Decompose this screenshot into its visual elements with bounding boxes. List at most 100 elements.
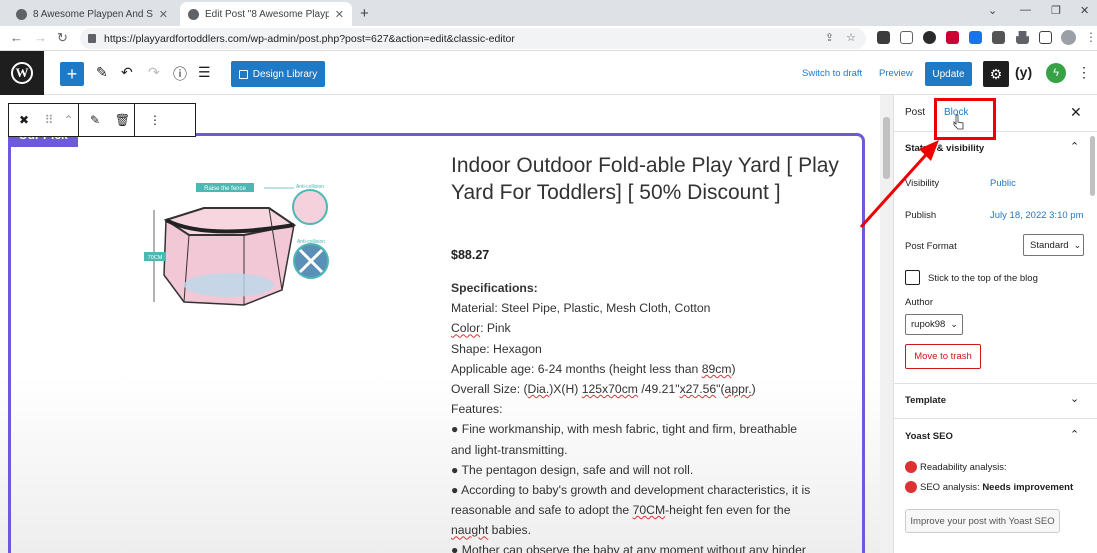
undo-icon[interactable]: ↶ (121, 64, 133, 81)
product-title[interactable]: Indoor Outdoor Fold-able Play Yard [ Pla… (451, 152, 851, 206)
block-type-icon[interactable]: ✖ (9, 104, 39, 136)
browser-menu-icon[interactable]: ⋮ (1085, 30, 1097, 44)
info-icon[interactable]: ⓘ (173, 64, 187, 84)
avatar[interactable] (1061, 30, 1076, 45)
template-heading[interactable]: Template (905, 395, 946, 406)
share-icon[interactable]: ⇪ (825, 31, 834, 44)
seo-analysis[interactable]: SEO analysis: Needs improvement (920, 482, 1073, 493)
edit-pencil-icon[interactable]: ✎ (96, 64, 108, 81)
post-format-label: Post Format (905, 241, 957, 252)
jetpack-icon[interactable]: ϟ (1046, 63, 1066, 83)
close-icon[interactable]: ✕ (1070, 104, 1082, 121)
size-text: Overall Size: ( (451, 381, 528, 396)
sticky-checkbox[interactable] (905, 270, 920, 285)
seo-value: Needs improvement (982, 482, 1074, 493)
move-icon[interactable]: ⌃ (59, 104, 79, 136)
trash-icon[interactable]: 🗑 (111, 104, 135, 136)
cursor-icon (953, 114, 964, 130)
author-select[interactable]: rupok98 ⌄ (905, 314, 963, 335)
browser-tab[interactable]: 8 Awesome Playpen And Safety I ✕ (8, 2, 176, 26)
close-icon[interactable]: ✕ (159, 8, 168, 21)
more-options-icon[interactable]: ⋮ (1077, 64, 1091, 81)
improve-post-button[interactable]: Improve your post with Yoast SEO (905, 509, 1060, 533)
new-tab-button[interactable]: + (360, 5, 369, 22)
chevron-down-icon[interactable]: ⌄ (988, 4, 997, 17)
block-inserter-button[interactable]: + (60, 62, 84, 86)
divider (894, 418, 1097, 419)
spec-color: Color: Pink (451, 318, 846, 338)
sidebar-scrollbar[interactable] (1088, 132, 1097, 553)
preview-button[interactable]: Preview (879, 68, 913, 79)
list-view-icon[interactable]: ☰ (198, 64, 211, 81)
reload-icon[interactable]: ↻ (57, 30, 68, 46)
extension-icon[interactable] (946, 31, 959, 44)
size-text: "( (716, 381, 725, 396)
wordpress-logo-icon[interactable]: W (0, 51, 44, 95)
seo-status-icon (905, 481, 917, 493)
forward-icon[interactable]: → (34, 30, 47, 45)
yoast-icon[interactable]: (y) (1015, 64, 1032, 80)
feature-item: reasonable and safe to adopt the 70CM-he… (451, 500, 846, 520)
extension-icon[interactable] (992, 31, 1005, 44)
switch-to-draft-button[interactable]: Switch to draft (802, 68, 862, 79)
age-value: 89cm (701, 361, 732, 376)
age-prefix: Applicable age: 6-24 months (height less… (451, 361, 702, 376)
close-icon[interactable]: ✕ (335, 8, 344, 21)
post-format-value: Standard (1030, 239, 1069, 251)
feature-text: -height fen even for the (665, 503, 791, 518)
spec-size: Overall Size: (Dia.)X(H) 125x70cm /49.21… (451, 379, 846, 399)
edit-icon[interactable]: ✎ (79, 104, 111, 136)
globe-icon (188, 8, 199, 20)
scrollbar-thumb[interactable] (1090, 136, 1095, 196)
specs-heading: Specifications: (451, 281, 538, 295)
size-text: Dia. (527, 381, 550, 396)
product-image: Raise the fence Anti-collision Anti-coll… (144, 180, 334, 325)
size-text: /49.21" (637, 381, 680, 396)
publish-date[interactable]: July 18, 2022 3:10 pm (990, 210, 1083, 221)
seo-label: SEO analysis: (920, 482, 980, 493)
yoast-seo-heading[interactable]: Yoast SEO (905, 431, 953, 442)
lock-icon (88, 34, 96, 43)
block-options-icon[interactable]: ⋮ (135, 104, 175, 136)
url-field[interactable]: https://playyardfortoddlers.com/wp-admin… (80, 28, 866, 49)
sidebar-panel-icon[interactable] (1039, 31, 1052, 44)
extension-icon[interactable] (877, 31, 890, 44)
post-format-select[interactable]: Standard ⌄ (1023, 234, 1084, 256)
feature-text: naught (451, 523, 489, 538)
size-text: 125x70cm (581, 381, 638, 396)
browser-tab-bar: 8 Awesome Playpen And Safety I ✕ Edit Po… (0, 0, 1097, 26)
move-to-trash-button[interactable]: Move to trash (905, 344, 981, 369)
extension-icon[interactable] (969, 31, 982, 44)
settings-gear-icon[interactable]: ⚙ (983, 61, 1009, 87)
drag-handle-icon[interactable]: ⠿ (39, 104, 59, 136)
design-library-button[interactable]: Design Library (231, 61, 325, 87)
color-label: Color (451, 321, 481, 336)
author-value: rupok98 (911, 319, 946, 330)
bookmark-star-icon[interactable]: ☆ (846, 31, 856, 44)
feature-text: babies. (488, 523, 531, 538)
readability-label[interactable]: Readability analysis: (920, 462, 1007, 473)
visibility-value[interactable]: Public (990, 178, 1016, 189)
chevron-up-icon[interactable]: ⌃ (1070, 428, 1079, 441)
back-icon[interactable]: ← (10, 30, 23, 45)
spec-age: Applicable age: 6-24 months (height less… (451, 359, 846, 379)
extension-icon[interactable] (900, 31, 913, 44)
chevron-down-icon[interactable]: ⌄ (1070, 392, 1079, 405)
design-library-label: Design Library (252, 68, 318, 80)
chevron-up-icon[interactable]: ⌃ (1070, 140, 1079, 153)
close-window-icon[interactable]: ✕ (1080, 4, 1089, 17)
size-text: appr. (724, 381, 752, 396)
product-description[interactable]: Specifications: Material: Steel Pipe, Pl… (451, 278, 846, 553)
minimize-icon[interactable]: — (1020, 4, 1031, 16)
feature-item: naught babies. (451, 520, 846, 540)
redo-icon[interactable]: ↷ (148, 64, 160, 81)
color-value: : Pink (480, 321, 511, 336)
extension-icon[interactable] (923, 31, 936, 44)
browser-tab-active[interactable]: Edit Post "8 Awesome Playpen A ✕ (180, 2, 352, 26)
annotation-arrow-icon (859, 140, 939, 229)
readability-status-icon (905, 461, 917, 473)
tab-post[interactable]: Post (905, 107, 925, 118)
update-button[interactable]: Update (925, 62, 972, 86)
restore-icon[interactable]: ❐ (1051, 4, 1061, 17)
url-text: https://playyardfortoddlers.com/wp-admin… (104, 32, 515, 45)
